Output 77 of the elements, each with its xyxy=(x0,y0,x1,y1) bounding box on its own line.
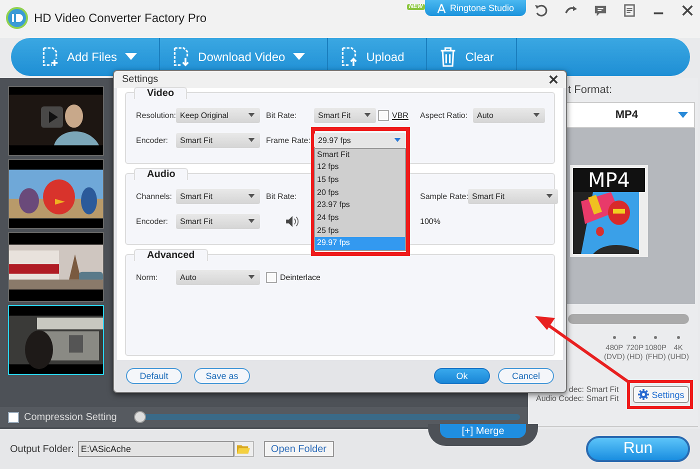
checkbox[interactable] xyxy=(266,272,277,282)
checkbox-label: VBR xyxy=(392,110,408,120)
close-icon[interactable] xyxy=(681,4,694,16)
window-title: HD Video Converter Factory Pro xyxy=(34,11,207,25)
dropdown[interactable]: Keep Original xyxy=(176,108,260,122)
app-logo-icon xyxy=(6,7,28,29)
document-icon[interactable] xyxy=(623,4,636,16)
folder-icon xyxy=(237,444,250,454)
caret-icon xyxy=(248,275,255,279)
dialog-button[interactable]: Cancel xyxy=(498,368,554,384)
speaker-icon xyxy=(286,216,299,226)
field-label: Encoder: xyxy=(136,216,170,226)
dialog-button[interactable]: Save as xyxy=(194,368,250,384)
caret-icon xyxy=(533,113,540,117)
undo-icon[interactable] xyxy=(534,3,548,17)
dropdown-option[interactable]: 20 fps xyxy=(315,186,405,200)
chat-icon[interactable] xyxy=(594,4,607,16)
dialog-title: Settings xyxy=(122,74,158,85)
dropdown-option[interactable]: 23.97 fps xyxy=(315,199,405,212)
volume-reading: 100% xyxy=(420,216,440,226)
checkbox[interactable] xyxy=(8,412,19,422)
tick-dot-icon xyxy=(654,336,658,339)
dropdown[interactable]: Auto xyxy=(176,270,260,284)
dropdown[interactable]: Smart Fit xyxy=(468,188,558,204)
output-folder-label: Output Folder: xyxy=(10,444,74,454)
video-codec-text: dec: Smart Fit xyxy=(568,385,619,394)
trash-icon xyxy=(439,47,458,67)
caret-icon xyxy=(394,138,401,142)
close-icon[interactable] xyxy=(549,75,558,84)
caret-icon xyxy=(364,113,371,117)
dialog-button[interactable]: Default xyxy=(126,368,182,384)
upload-file-icon xyxy=(340,47,358,67)
audio-codec-text: Audio Codec: Smart Fit xyxy=(536,394,619,403)
tick-dot-icon xyxy=(633,336,636,339)
dropdown-option[interactable]: 25 fps xyxy=(315,224,405,238)
dropdown-option[interactable]: Smart Fit xyxy=(315,148,405,162)
slider-thumb[interactable] xyxy=(134,411,146,423)
field-label: Resolution: xyxy=(136,110,176,120)
add-file-icon xyxy=(41,47,59,67)
tick-dot-icon xyxy=(612,336,616,339)
dropdown[interactable]: Smart Fit xyxy=(176,132,260,148)
caret-icon xyxy=(248,219,255,223)
field-label: Aspect Ratio: xyxy=(420,110,469,120)
dropdown[interactable]: Auto xyxy=(473,108,545,122)
caret-icon xyxy=(678,112,688,118)
download-file-icon xyxy=(172,47,190,67)
field-label: Sample Rate: xyxy=(420,192,468,200)
output-format-label: t Format: xyxy=(568,84,614,96)
field-label: Encoder: xyxy=(136,136,170,144)
dropdown[interactable]: 29.97 fps xyxy=(314,132,406,148)
format-icon-label: MP4 xyxy=(573,168,645,192)
field-label: Bit Rate: xyxy=(266,110,298,120)
field-label: Bit Rate: xyxy=(266,192,298,200)
dropdown[interactable]: Smart Fit xyxy=(176,214,260,228)
settings-icon xyxy=(638,389,649,400)
caret-icon xyxy=(546,194,553,198)
field-label: Channels: xyxy=(136,192,174,200)
merge-button[interactable]: [+] Merge xyxy=(440,424,526,438)
field-label: Frame Rate: xyxy=(266,136,312,144)
caret-icon xyxy=(248,194,255,198)
open-folder-button[interactable]: Open Folder xyxy=(264,441,334,457)
field-label: Norm: xyxy=(136,272,159,282)
tick-dot-icon xyxy=(676,336,680,339)
checkbox[interactable] xyxy=(378,110,389,120)
dropdown[interactable]: Smart Fit xyxy=(314,108,376,122)
checkbox-label: Deinterlace xyxy=(280,272,320,282)
film-balloon-icon xyxy=(573,192,639,254)
dropdown[interactable]: Smart Fit xyxy=(176,188,260,204)
dropdown-option[interactable]: 12 fps xyxy=(315,161,405,174)
settings-button[interactable]: Settings xyxy=(632,386,690,403)
dropdown-option[interactable]: 15 fps xyxy=(315,174,405,187)
dropdown-option[interactable]: 24 fps xyxy=(315,212,405,225)
caret-icon xyxy=(248,138,255,142)
output-folder-field[interactable]: E:\ASicAche xyxy=(78,441,234,457)
caret-icon xyxy=(248,113,255,117)
highlight-frame xyxy=(626,380,694,409)
compression-setting-label: Compression Setting xyxy=(24,412,118,422)
